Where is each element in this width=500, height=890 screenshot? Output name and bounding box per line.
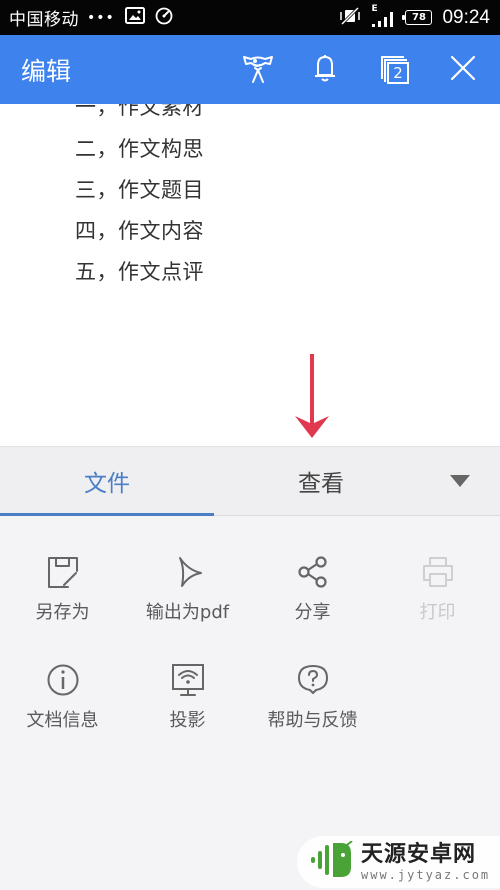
tab-view[interactable]: 查看: [214, 447, 428, 515]
document-canvas[interactable]: 一，作文素材 二，作文构思 三，作文题目 四，作文内容 五，作文点评: [0, 104, 500, 446]
vibrate-off-icon: [339, 6, 361, 29]
notifications-button[interactable]: [305, 50, 345, 90]
status-bar: 中国移动 ••• E 78 09:24: [0, 0, 500, 35]
battery-icon: 78: [402, 10, 433, 25]
info-icon: [43, 660, 83, 700]
menu-item-label: 输出为pdf: [145, 602, 230, 623]
tab-file[interactable]: 文件: [0, 447, 214, 515]
projection-button[interactable]: 投影: [125, 660, 250, 750]
menu-item-label: 打印: [419, 602, 456, 623]
help-feedback-icon: [293, 660, 333, 700]
watermark-logo-icon: [309, 840, 353, 883]
image-icon: [124, 7, 145, 28]
print-icon: [418, 552, 458, 592]
watermark-url: www.jytyaz.com: [361, 867, 491, 882]
page-title: 编辑: [21, 57, 72, 86]
triangle-down-icon: [449, 473, 471, 492]
watermark-title: 天源安卓网: [361, 841, 477, 867]
document-info-button[interactable]: 文档信息: [0, 660, 125, 750]
clock: 09:24: [442, 6, 490, 28]
mascot-button[interactable]: [238, 50, 278, 90]
document-line: 一，作文素材: [75, 104, 204, 119]
menu-item-label: 投影: [169, 710, 206, 731]
document-line: 四，作文内容: [75, 219, 204, 243]
menu-item-label: 帮助与反馈: [267, 710, 358, 731]
document-line: 三，作文题目: [75, 178, 204, 202]
tab-count: 2: [393, 64, 403, 82]
tabs-icon: 2: [380, 55, 410, 85]
carrier-name: 中国移动: [9, 10, 79, 30]
more-notifications-icon: •••: [87, 9, 115, 26]
save-as-icon: [43, 552, 83, 592]
signal-icon: E: [371, 4, 395, 29]
projection-icon: [168, 660, 208, 700]
app-bar: 编辑 2: [0, 35, 500, 104]
save-as-button[interactable]: 另存为: [0, 552, 125, 642]
collapse-toolbar-button[interactable]: [440, 467, 480, 497]
export-pdf-icon: [168, 552, 208, 592]
help-feedback-button[interactable]: 帮助与反馈: [250, 660, 375, 750]
share-button[interactable]: 分享: [250, 552, 375, 642]
document-line: 五，作文点评: [75, 260, 204, 284]
down-arrow-annotation: [295, 354, 329, 438]
share-icon: [293, 552, 333, 592]
watermark: 天源安卓网 www.jytyaz.com: [297, 836, 500, 888]
speedometer-icon: [155, 7, 173, 29]
mascot-icon: [241, 52, 275, 88]
export-pdf-button[interactable]: 输出为pdf: [125, 552, 250, 642]
bell-icon: [313, 53, 337, 87]
toolbar-tabs: 文件 查看: [0, 446, 500, 516]
document-line: 二，作文构思: [75, 137, 204, 161]
file-menu: 另存为 输出为pdf 分享 打印 文档信息 投影 帮助与反馈: [0, 516, 500, 890]
print-button[interactable]: 打印: [375, 552, 500, 642]
close-button[interactable]: [443, 50, 483, 90]
menu-item-label: 分享: [294, 602, 331, 623]
close-icon: [450, 55, 476, 85]
document-tabs-button[interactable]: 2: [375, 50, 415, 90]
menu-item-label: 另存为: [35, 602, 90, 623]
menu-item-label: 文档信息: [26, 710, 99, 731]
